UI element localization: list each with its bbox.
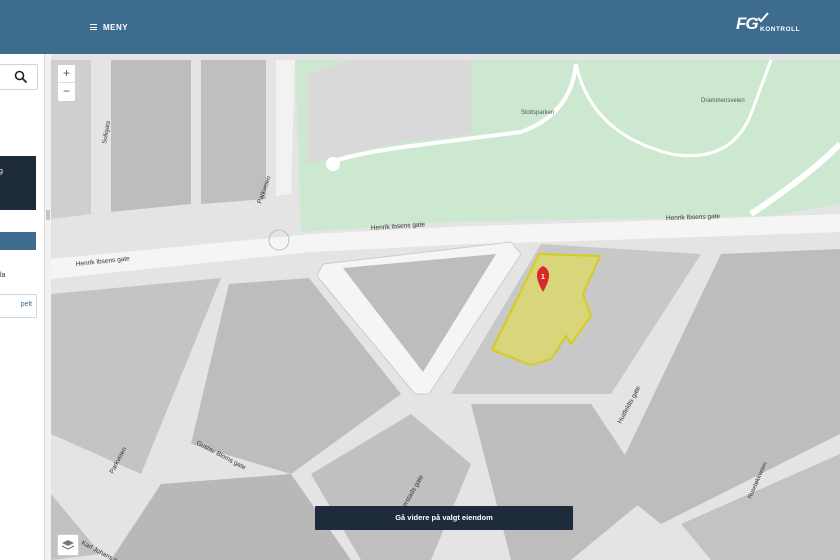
checkmark-icon xyxy=(757,12,769,23)
zoom-control: + − xyxy=(57,64,76,102)
card-text: g xyxy=(0,168,3,175)
scrollbar-thumb[interactable] xyxy=(46,210,50,220)
park-roundabout xyxy=(326,157,340,171)
layers-button[interactable] xyxy=(57,534,79,556)
block-tl-2 xyxy=(111,60,191,212)
secondary-button-label: pelt xyxy=(20,301,32,308)
secondary-button[interactable]: pelt xyxy=(0,294,37,318)
continue-property-button[interactable]: Gå videre på valgt eiendom xyxy=(315,506,573,530)
menu-button[interactable]: MENY xyxy=(90,20,128,34)
logo-mark: FG xyxy=(736,14,759,33)
block-tl-3 xyxy=(201,60,266,204)
zoom-out-button[interactable]: − xyxy=(58,83,75,100)
label-drammensveien: Drammensveien xyxy=(701,98,745,104)
hamburger-icon xyxy=(90,24,97,30)
map-canvas[interactable]: Henrik Ibsens gate Henrik Ibsens gate He… xyxy=(51,54,840,560)
marker-number: 1 xyxy=(541,274,545,281)
fg-kontroll-logo[interactable]: FG KONTROLL xyxy=(734,12,806,42)
sidebar-panel: g la pelt xyxy=(0,54,44,560)
sidebar-scrollbar[interactable] xyxy=(44,54,51,560)
search-icon[interactable] xyxy=(14,70,28,84)
top-bar: MENY FG KONTROLL xyxy=(0,0,840,54)
zoom-in-button[interactable]: + xyxy=(58,65,75,83)
logo-text: KONTROLL xyxy=(760,26,801,33)
side-item-label: la xyxy=(0,272,6,279)
menu-label: MENY xyxy=(103,22,129,32)
primary-action-bar[interactable] xyxy=(0,232,36,250)
layers-icon xyxy=(61,540,75,550)
search-input[interactable] xyxy=(0,64,38,90)
selected-property-card[interactable]: g xyxy=(0,156,36,210)
map-view[interactable]: Henrik Ibsens gate Henrik Ibsens gate He… xyxy=(51,54,840,560)
label-slottsparken: Slottsparken xyxy=(521,110,554,116)
